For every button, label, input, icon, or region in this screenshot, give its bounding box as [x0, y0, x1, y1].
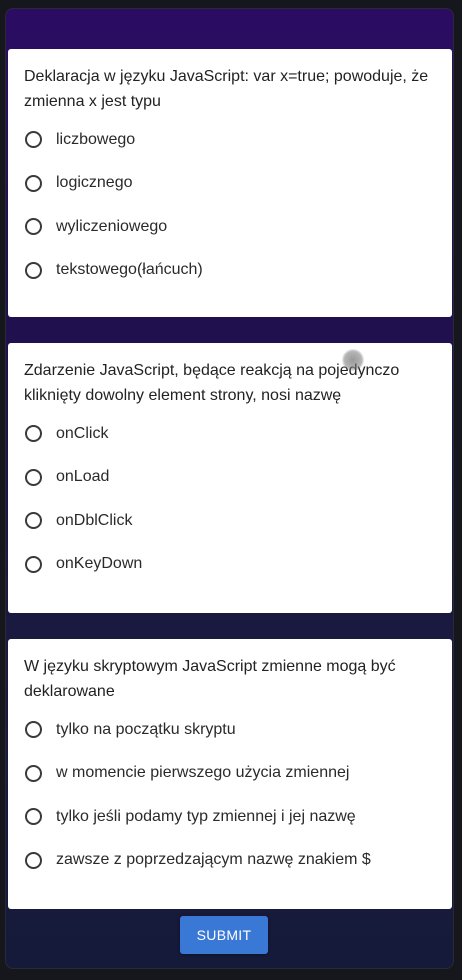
- radio-button[interactable]: [25, 468, 42, 486]
- option-1-2[interactable]: logicznego: [24, 162, 436, 206]
- question-card-2: Zdarzenie JavaScript, będące reakcją na …: [8, 343, 452, 613]
- option-label: tylko jeśli podamy typ zmiennej i jej na…: [56, 807, 356, 825]
- option-label: tekstowego(łańcuch): [56, 261, 203, 279]
- option-2-2[interactable]: onLoad: [24, 456, 436, 500]
- option-label: tylko na początku skryptu: [56, 720, 236, 738]
- question-text-2: Zdarzenie JavaScript, będące reakcją na …: [24, 362, 400, 404]
- radio-button[interactable]: [25, 764, 42, 782]
- option-label: wyliczeniowego: [56, 217, 168, 235]
- touch-cursor-indicator: [342, 349, 364, 371]
- option-label: onLoad: [56, 468, 110, 486]
- radio-button[interactable]: [25, 425, 42, 443]
- option-3-4[interactable]: zawsze z poprzedzającym nazwę znakiem $: [24, 839, 436, 883]
- option-label: liczbowego: [56, 130, 136, 148]
- options-list-3: tylko na początku skryptu w momencie pie…: [24, 708, 436, 882]
- question-text-1: Deklaracja w języku JavaScript: var x=tr…: [24, 68, 429, 110]
- options-list-2: onClick onLoad onDblClick onKeyDown: [24, 412, 436, 586]
- question-text-3: W języku skryptowym JavaScript zmienne m…: [24, 658, 396, 700]
- option-3-1[interactable]: tylko na początku skryptu: [24, 708, 436, 752]
- radio-button[interactable]: [25, 808, 42, 826]
- radio-button[interactable]: [25, 555, 42, 573]
- radio-button[interactable]: [25, 851, 42, 869]
- radio-button[interactable]: [25, 131, 42, 149]
- question-card-3: W języku skryptowym JavaScript zmienne m…: [8, 639, 452, 909]
- radio-button[interactable]: [25, 174, 42, 192]
- options-list-1: liczbowego logicznego wyliczeniowego tek…: [24, 118, 436, 292]
- option-label: logicznego: [56, 174, 133, 192]
- option-1-4[interactable]: tekstowego(łańcuch): [24, 249, 436, 293]
- option-label: onClick: [56, 424, 109, 442]
- option-3-2[interactable]: w momencie pierwszego użycia zmiennej: [24, 752, 436, 796]
- option-3-3[interactable]: tylko jeśli podamy typ zmiennej i jej na…: [24, 795, 436, 839]
- option-label: zawsze z poprzedzającym nazwę znakiem $: [56, 851, 371, 869]
- option-2-4[interactable]: onKeyDown: [24, 543, 436, 587]
- option-1-3[interactable]: wyliczeniowego: [24, 205, 436, 249]
- radio-button[interactable]: [25, 218, 42, 236]
- option-label: w momencie pierwszego użycia zmiennej: [56, 764, 350, 782]
- option-2-1[interactable]: onClick: [24, 412, 436, 456]
- radio-button[interactable]: [25, 512, 42, 530]
- question-card-1: Deklaracja w języku JavaScript: var x=tr…: [8, 49, 452, 317]
- quiz-frame: Deklaracja w języku JavaScript: var x=tr…: [5, 8, 454, 969]
- option-1-1[interactable]: liczbowego: [24, 118, 436, 162]
- option-label: onDblClick: [56, 511, 133, 529]
- radio-button[interactable]: [25, 261, 42, 279]
- option-2-3[interactable]: onDblClick: [24, 499, 436, 543]
- radio-button[interactable]: [25, 721, 42, 739]
- submit-button[interactable]: SUBMIT: [180, 916, 268, 954]
- option-label: onKeyDown: [56, 555, 143, 573]
